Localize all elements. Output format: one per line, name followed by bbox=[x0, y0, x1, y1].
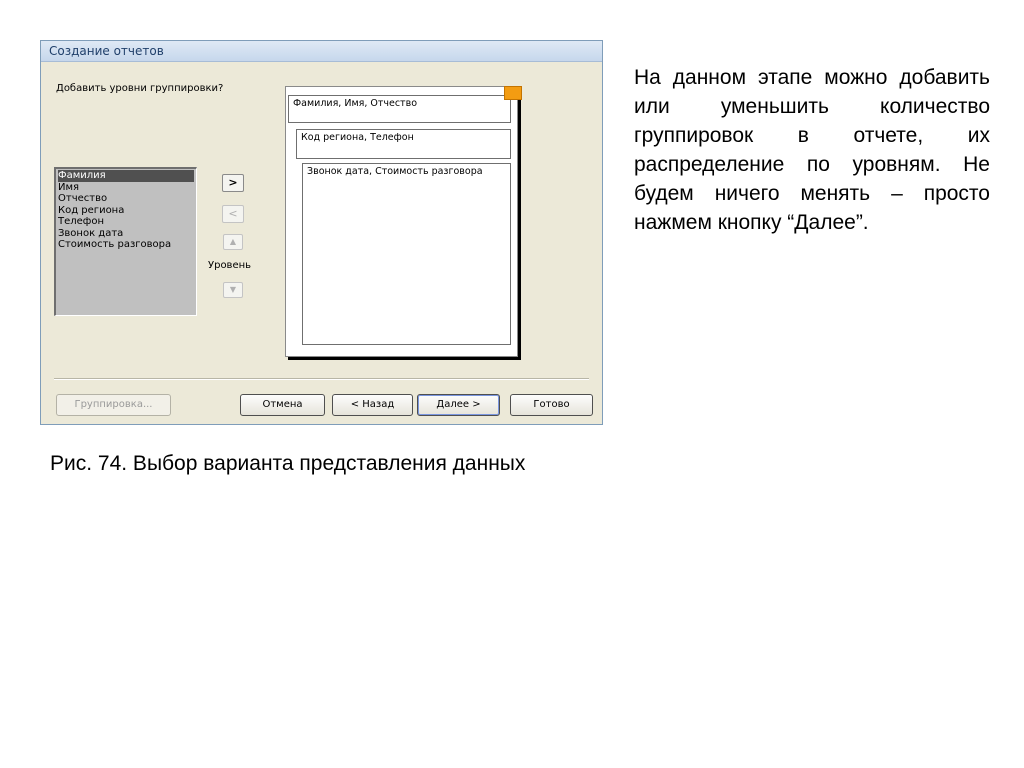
back-button[interactable]: < Назад bbox=[332, 394, 413, 416]
preview-corner-marker bbox=[504, 86, 522, 100]
list-item[interactable]: Звонок дата bbox=[58, 228, 194, 240]
report-wizard-dialog: Создание отчетов Добавить уровни группир… bbox=[40, 40, 603, 425]
list-item[interactable]: Код региона bbox=[58, 205, 194, 217]
preview-detail: Звонок дата, Стоимость разговора bbox=[302, 163, 511, 345]
figure-caption: Рис. 74. Выбор варианта представления да… bbox=[50, 452, 526, 475]
preview-level-2: Код региона, Телефон bbox=[296, 129, 511, 159]
add-level-button[interactable]: > bbox=[222, 174, 244, 192]
next-button[interactable]: Далее > bbox=[417, 394, 500, 416]
separator bbox=[54, 378, 589, 380]
level-label: Уровень bbox=[208, 260, 252, 271]
grouping-options-button[interactable]: Группировка... bbox=[56, 394, 171, 416]
available-fields-list[interactable]: Фамилия Имя Отчество Код региона Телефон… bbox=[54, 167, 197, 316]
finish-button[interactable]: Готово bbox=[510, 394, 593, 416]
grouping-question: Добавить уровни группировки? bbox=[56, 83, 224, 94]
list-item[interactable]: Имя bbox=[58, 182, 194, 194]
grouping-preview: Фамилия, Имя, Отчество Код региона, Теле… bbox=[285, 86, 518, 357]
explanation-text: На данном этапе можно добавить или умень… bbox=[634, 66, 990, 234]
preview-level-1: Фамилия, Имя, Отчество bbox=[288, 95, 511, 123]
remove-level-button[interactable]: < bbox=[222, 205, 244, 223]
list-item[interactable]: Стоимость разговора bbox=[58, 239, 194, 251]
list-item[interactable]: Телефон bbox=[58, 216, 194, 228]
priority-up-button[interactable]: ▲ bbox=[223, 234, 243, 250]
list-item[interactable]: Отчество bbox=[58, 193, 194, 205]
cancel-button[interactable]: Отмена bbox=[240, 394, 325, 416]
dialog-title: Создание отчетов bbox=[41, 41, 602, 62]
priority-down-button[interactable]: ▼ bbox=[223, 282, 243, 298]
list-item[interactable]: Фамилия bbox=[58, 170, 194, 182]
